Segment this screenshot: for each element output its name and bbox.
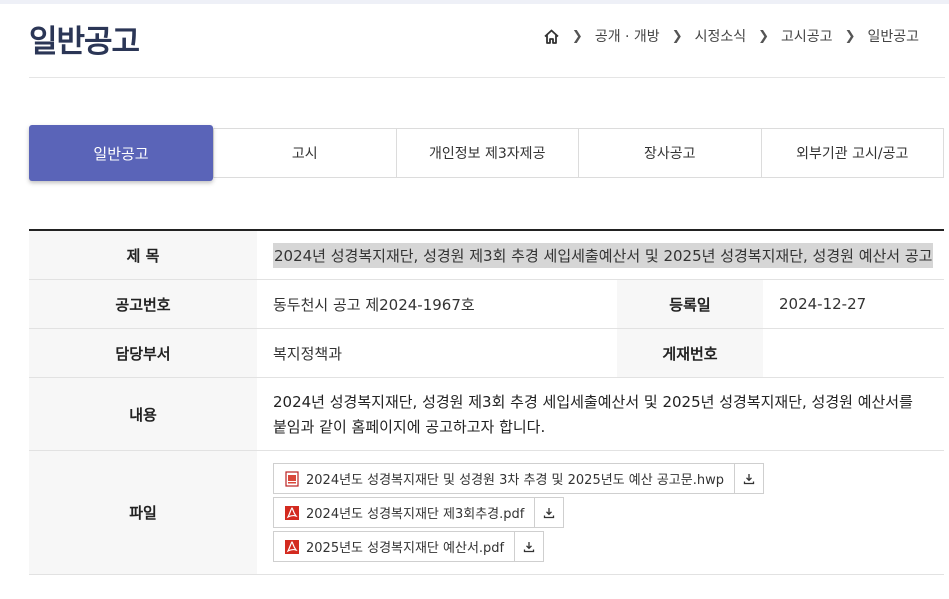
page-title: 일반공고 bbox=[29, 24, 140, 60]
tab-third-party-privacy[interactable]: 개인정보 제3자제공 bbox=[395, 129, 579, 177]
file-link-hwp[interactable]: 2024년도 성경복지재단 및 성경원 3차 추경 및 2025년도 예산 공고… bbox=[274, 464, 735, 493]
tab-funeral-notice[interactable]: 장사공고 bbox=[578, 129, 761, 177]
reg-date-value: 2024-12-27 bbox=[779, 295, 867, 313]
post-number-label: 게재번호 bbox=[617, 329, 763, 377]
breadcrumb-item-notices[interactable]: 고시공고 bbox=[781, 26, 833, 46]
files-label: 파일 bbox=[29, 451, 257, 574]
chevron-right-icon: ❯ bbox=[844, 28, 856, 44]
row-title: 제 목 2024년 성경복지재단, 성경원 제3회 추경 세입세출예산서 및 2… bbox=[29, 231, 944, 280]
breadcrumb: ❯ 공개 · 개방 ❯ 시정소식 ❯ 고시공고 ❯ 일반공고 bbox=[543, 26, 919, 46]
chevron-right-icon: ❯ bbox=[671, 28, 683, 44]
pdf-file-icon bbox=[285, 539, 299, 554]
content-value: 2024년 성경복지재단, 성경원 제3회 추경 세입세출예산서 및 2025년… bbox=[273, 393, 913, 436]
file-link-pdf-1[interactable]: 2024년도 성경복지재단 제3회추경.pdf bbox=[274, 498, 536, 527]
file-name: 2024년도 성경복지재단 및 성경원 3차 추경 및 2025년도 예산 공고… bbox=[306, 473, 724, 488]
row-notice-number: 공고번호 동두천시 공고 제2024-1967호 등록일 2024-12-27 bbox=[29, 280, 944, 329]
content-label: 내용 bbox=[29, 378, 257, 450]
post-number-value bbox=[763, 329, 944, 377]
download-icon[interactable] bbox=[535, 498, 563, 527]
notice-number-label: 공고번호 bbox=[29, 280, 257, 328]
file-list: 2024년도 성경복지재단 및 성경원 3차 추경 및 2025년도 예산 공고… bbox=[257, 451, 944, 574]
file-item: 2024년도 성경복지재단 및 성경원 3차 추경 및 2025년도 예산 공고… bbox=[273, 463, 764, 494]
chevron-right-icon: ❯ bbox=[758, 28, 770, 44]
home-icon[interactable] bbox=[543, 28, 560, 45]
breadcrumb-item-open[interactable]: 공개 · 개방 bbox=[595, 26, 660, 46]
title-value-cell: 2024년 성경복지재단, 성경원 제3회 추경 세입세출예산서 및 2025년… bbox=[257, 231, 944, 279]
notice-number-value: 동두천시 공고 제2024-1967호 bbox=[273, 295, 475, 314]
title-label: 제 목 bbox=[29, 231, 257, 279]
department-label: 담당부서 bbox=[29, 329, 257, 377]
tab-announcement[interactable]: 고시 bbox=[213, 129, 396, 177]
download-icon[interactable] bbox=[735, 464, 763, 493]
row-department: 담당부서 복지정책과 게재번호 bbox=[29, 329, 944, 378]
file-name: 2025년도 성경복지재단 예산서.pdf bbox=[306, 541, 505, 556]
hwp-file-icon bbox=[285, 470, 299, 487]
top-accent-line bbox=[0, 0, 949, 4]
reg-date-label: 등록일 bbox=[617, 280, 763, 328]
file-link-pdf-2[interactable]: 2025년도 성경복지재단 예산서.pdf bbox=[274, 532, 516, 561]
breadcrumb-item-city-news[interactable]: 시정소식 bbox=[695, 26, 747, 46]
breadcrumb-item-general-notice[interactable]: 일반공고 bbox=[867, 26, 919, 46]
chevron-right-icon: ❯ bbox=[571, 28, 583, 44]
tab-external-notice[interactable]: 외부기관 고시/공고 bbox=[760, 129, 944, 177]
notice-detail-table: 제 목 2024년 성경복지재단, 성경원 제3회 추경 세입세출예산서 및 2… bbox=[29, 229, 944, 575]
download-icon[interactable] bbox=[515, 532, 543, 561]
file-name: 2024년도 성경복지재단 제3회추경.pdf bbox=[306, 507, 525, 522]
file-item: 2025년도 성경복지재단 예산서.pdf bbox=[273, 531, 545, 562]
pdf-file-icon bbox=[285, 505, 299, 520]
title-value: 2024년 성경복지재단, 성경원 제3회 추경 세입세출예산서 및 2025년… bbox=[273, 242, 934, 268]
row-files: 파일 2024년도 성경복지재단 및 성경원 3차 추경 및 2025년도 예산… bbox=[29, 451, 944, 575]
file-item: 2024년도 성경복지재단 제3회추경.pdf bbox=[273, 497, 565, 528]
department-value: 복지정책과 bbox=[273, 344, 343, 363]
title-divider bbox=[29, 77, 945, 78]
tab-general-notice[interactable]: 일반공고 bbox=[29, 125, 213, 181]
row-content: 내용 2024년 성경복지재단, 성경원 제3회 추경 세입세출예산서 및 20… bbox=[29, 378, 944, 451]
